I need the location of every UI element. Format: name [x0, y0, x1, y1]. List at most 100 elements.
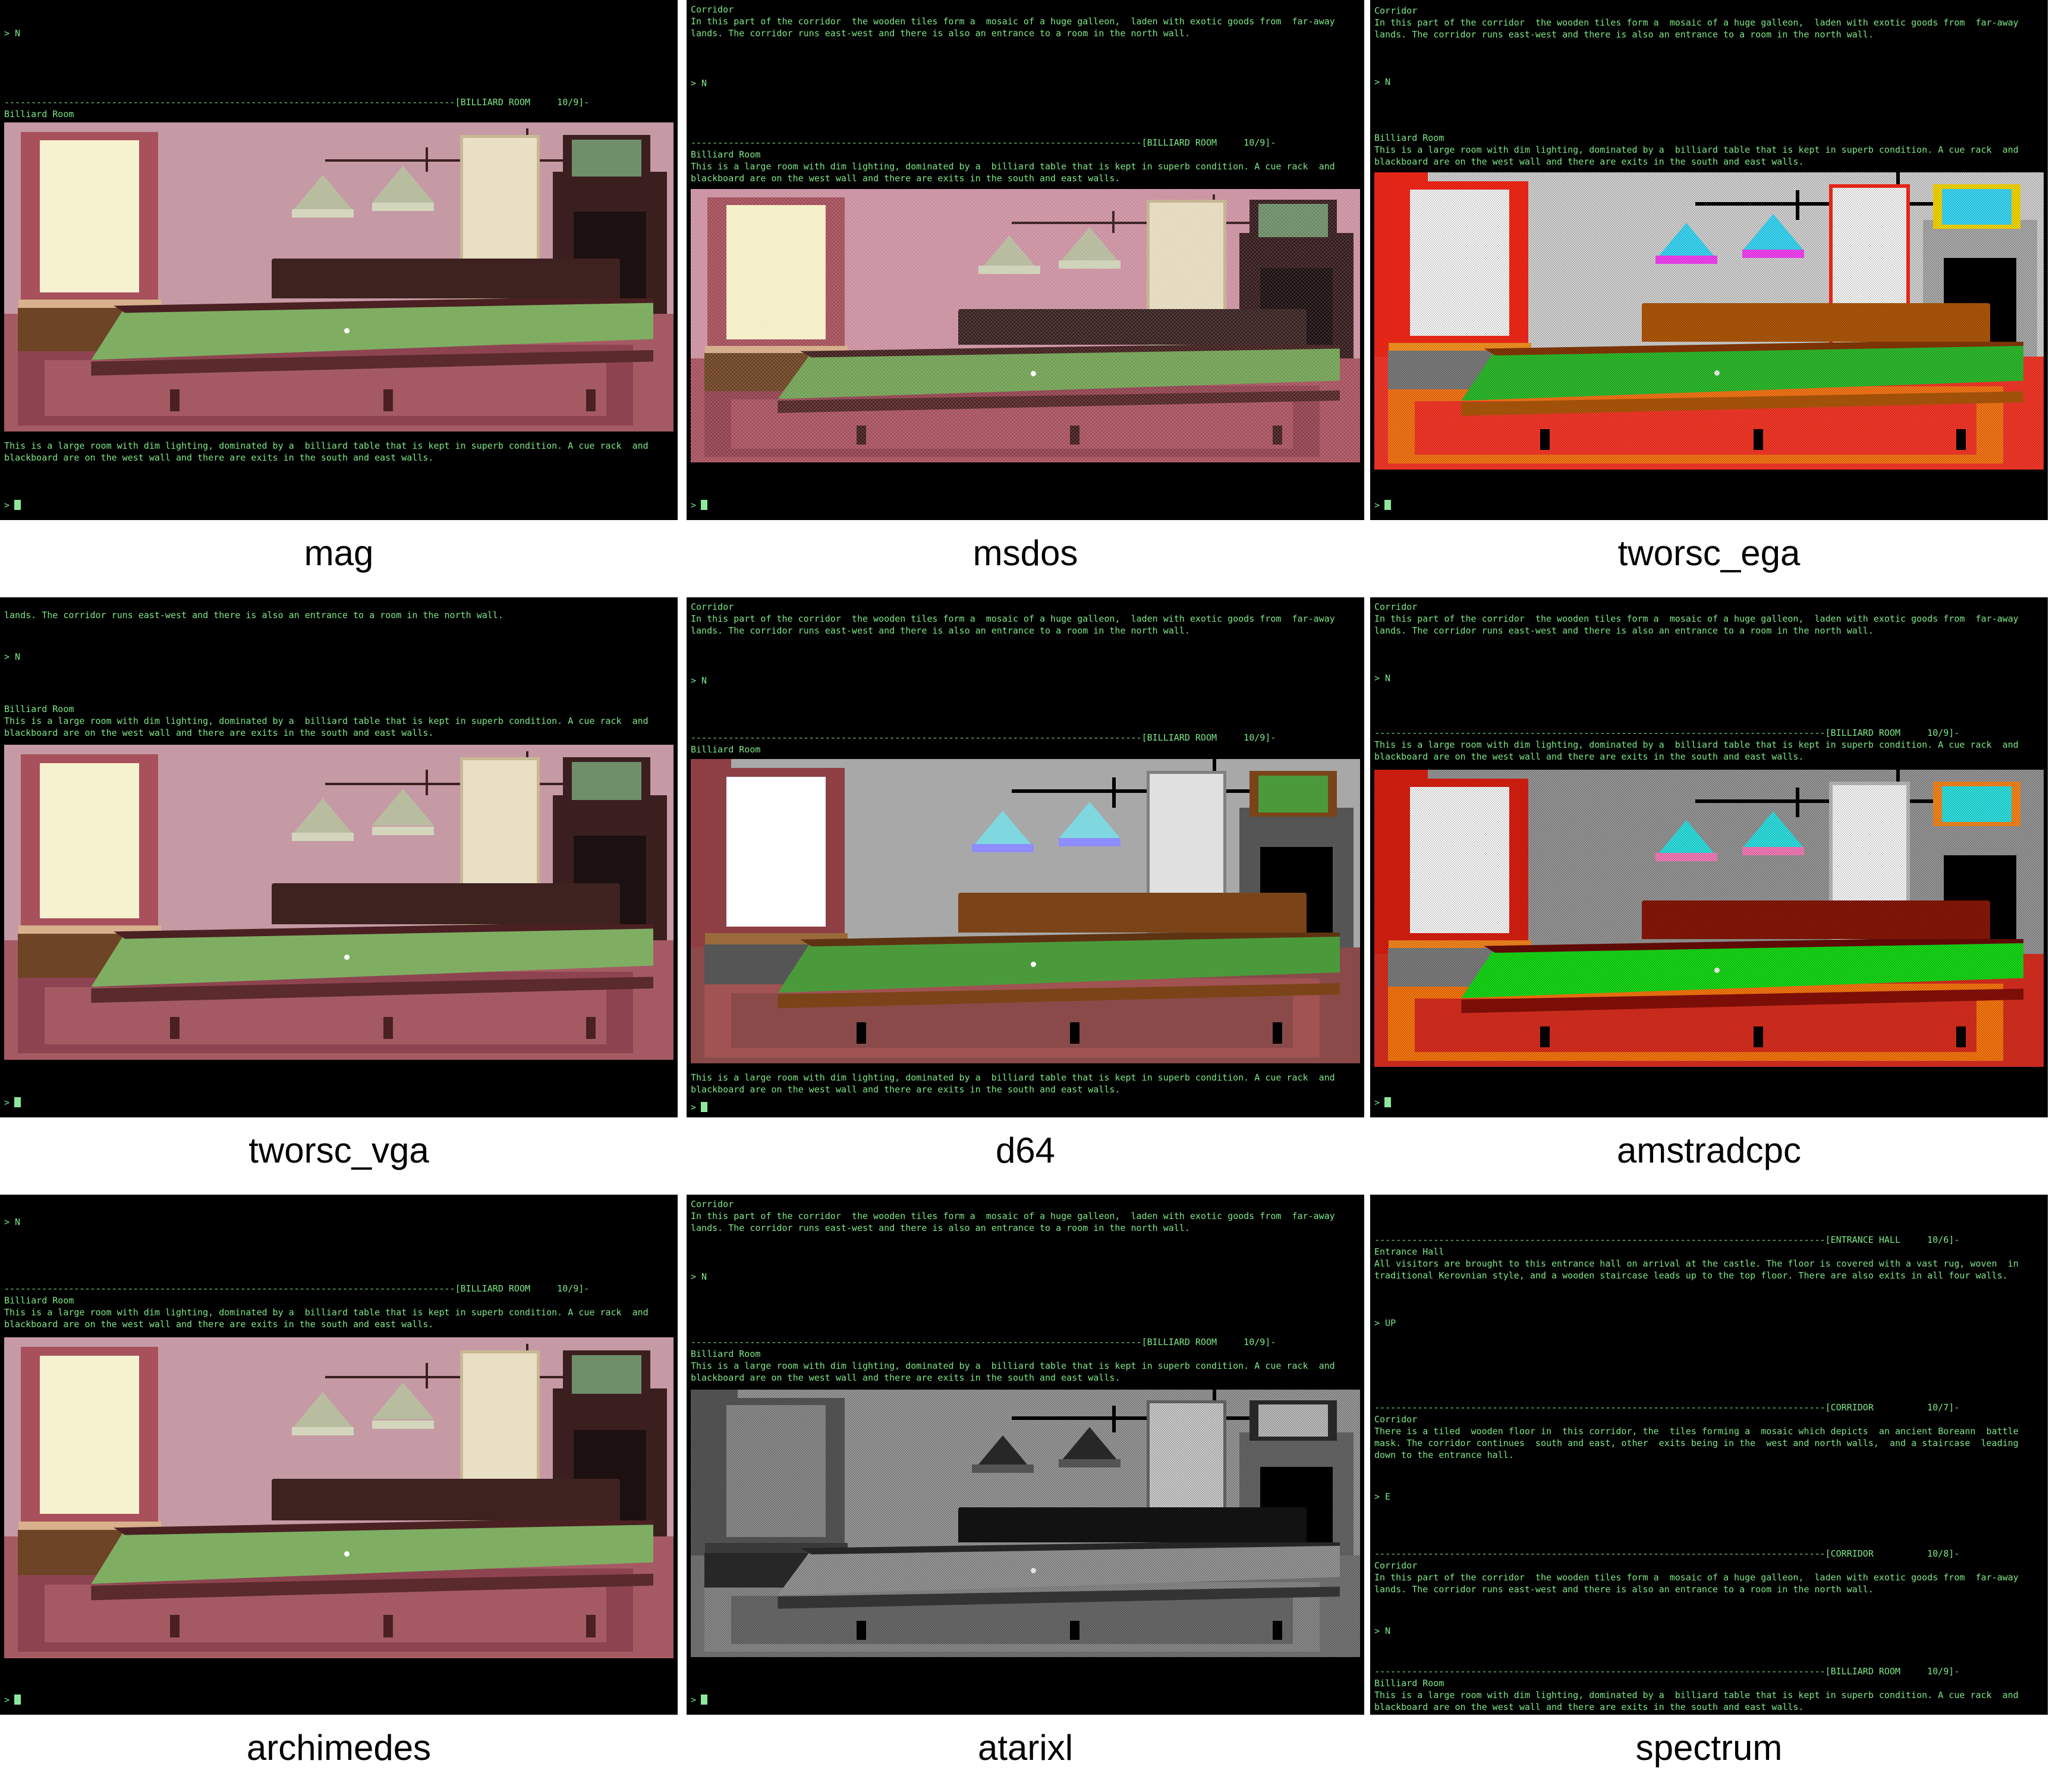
status-bar-billiard: ----------------------------------------… [1374, 1666, 1960, 1677]
panel-caption-archimedes: archimedes [246, 1728, 432, 1768]
room-description-line1: This is a large room with dim lighting, … [691, 161, 1335, 172]
terminal-msdos[interactable]: Corridor In this part of the corridor th… [687, 0, 1364, 520]
billiard-table [1461, 342, 2024, 451]
billiard-table [778, 345, 1340, 445]
room-description-line2: blackboard are on the west wall and ther… [1374, 751, 1804, 762]
room-description-line1: This is a large room with dim lighting, … [691, 1072, 1335, 1083]
billiard-title: Billiard Room [1374, 1678, 1444, 1689]
scene-illustration [691, 189, 1360, 462]
sofa-icon [958, 893, 1307, 933]
scene-illustration [1374, 770, 2044, 1067]
status-bar: ----------------------------------------… [691, 732, 1276, 743]
status-bar: ----------------------------------------… [691, 1337, 1276, 1347]
room-description-line2: blackboard are on the west wall and ther… [4, 727, 434, 738]
room-description-line2: blackboard are on the west wall and ther… [691, 1372, 1121, 1383]
lamp-icon [1742, 811, 1805, 848]
prompt-line-bottom: > [691, 1695, 697, 1705]
terminal-archimedes[interactable]: > N ------------------------------------… [0, 1195, 678, 1715]
corridor-title: Corridor [1374, 1560, 1418, 1571]
room-description-line2: blackboard are on the west wall and ther… [4, 1319, 434, 1330]
panel-caption-amstradcpc: amstradcpc [1616, 1130, 1802, 1170]
text-cursor [14, 500, 21, 510]
billiard-table [91, 924, 654, 1040]
panel-atarixl: Corridor In this part of the corridor th… [684, 1195, 1370, 1792]
panel-tworsc-vga: lands. The corridor runs east-west and t… [0, 597, 684, 1195]
billiard-table [778, 1542, 1340, 1640]
room-description-line2: blackboard are on the west wall and ther… [4, 452, 434, 463]
scene-illustration [691, 1390, 1360, 1657]
status-bar: ----------------------------------------… [4, 1283, 590, 1294]
panel-archimedes: > N ------------------------------------… [0, 1195, 684, 1792]
corridor-title: Corridor [691, 4, 734, 15]
wall-painting-icon [563, 134, 650, 181]
status-bar: ----------------------------------------… [4, 97, 590, 108]
wall-painting-icon [1249, 771, 1337, 817]
terminal-d64[interactable]: Corridor In this part of the corridor th… [687, 597, 1364, 1117]
prompt-line: > N [4, 1217, 21, 1227]
panel-caption-mag: mag [304, 533, 374, 573]
prompt-line: > N [691, 1271, 707, 1282]
terminal-tworsc-ega[interactable]: Corridor In this part of the corridor th… [1370, 0, 2048, 520]
terminal-spectrum[interactable]: ----------------------------------------… [1370, 1195, 2048, 1715]
status-bar-corridor-8: ----------------------------------------… [1374, 1548, 1960, 1559]
lamp-icon [1655, 820, 1717, 857]
terminal-tworsc-vga[interactable]: lands. The corridor runs east-west and t… [0, 597, 678, 1117]
window-icon [18, 1347, 161, 1534]
corridor-line1: In this part of the corridor the wooden … [691, 613, 1335, 624]
terminal-atarixl[interactable]: Corridor In this part of the corridor th… [687, 1195, 1364, 1715]
status-bar-entrance: ----------------------------------------… [1374, 1234, 1960, 1245]
room-description-line2: blackboard are on the west wall and ther… [691, 173, 1121, 184]
room-description-line1: This is a large room with dim lighting, … [4, 716, 649, 726]
corridor-line2: lands. The corridor runs east-west and t… [1374, 625, 1874, 636]
lamp-icon [1742, 214, 1805, 251]
entrance-title: Entrance Hall [1374, 1246, 1444, 1257]
prompt-line-bottom: > [4, 1097, 10, 1108]
text-cursor [701, 1695, 707, 1705]
terminal-amstradcpc[interactable]: Corridor In this part of the corridor th… [1370, 597, 2048, 1117]
sofa-icon [272, 258, 620, 299]
sofa-icon [1642, 900, 1990, 939]
room-title: Billiard Room [4, 704, 74, 714]
lamp-icon [1059, 1427, 1121, 1464]
sofa-icon [958, 309, 1307, 345]
sofa-icon [1642, 303, 1990, 342]
lamp-icon [372, 165, 435, 203]
prompt-line: > N [1374, 77, 1391, 87]
panel-caption-tworsc-ega: tworsc_ega [1617, 533, 1801, 573]
prompt-line-bottom: > [691, 500, 697, 511]
panel-spectrum: ----------------------------------------… [1370, 1195, 2049, 1792]
wall-painting-icon [563, 757, 650, 805]
lamp-icon [1059, 801, 1121, 839]
corridor-line1: In this part of the corridor the wooden … [1374, 17, 2019, 28]
corridor2-title: Corridor [1374, 1414, 1418, 1425]
scene-illustration [4, 1337, 673, 1658]
prompt-line-bottom: > [4, 1695, 10, 1705]
prompt-line: > N [691, 675, 707, 686]
sofa-icon [272, 1478, 620, 1520]
wall-painting-icon [1933, 782, 2020, 826]
window-icon [1388, 779, 1531, 952]
entrance-line2: traditional Kerovnian style, and a woode… [1374, 1270, 2008, 1281]
room-title: Billiard Room [691, 1349, 761, 1359]
prompt-line: > N [4, 651, 21, 662]
terminal-mag[interactable]: > N ------------------------------------… [0, 0, 678, 520]
panel-caption-d64: d64 [995, 1130, 1056, 1170]
billiard-line2: blackboard are on the west wall and ther… [1374, 1702, 1804, 1712]
scene-illustration [4, 745, 673, 1060]
room-description-line1: This is a large room with dim lighting, … [4, 440, 649, 451]
scene-illustration [1374, 172, 2044, 470]
prompt-line: > N [4, 28, 21, 39]
panel-msdos: Corridor In this part of the corridor th… [684, 0, 1370, 597]
prompt-line: > N [1374, 673, 1391, 684]
lamp-icon [292, 798, 354, 836]
billiard-table [91, 1520, 654, 1637]
status-bar: ----------------------------------------… [1374, 727, 1960, 738]
window-icon [704, 768, 848, 946]
panel-d64: Corridor In this part of the corridor th… [684, 597, 1370, 1195]
corridor2-line3: down to the entrance hall. [1374, 1450, 1514, 1460]
window-icon [704, 1397, 848, 1554]
prompt-line-bottom: > [1374, 500, 1380, 511]
lamp-icon [372, 1382, 435, 1419]
text-cursor [14, 1097, 21, 1107]
panel-amstradcpc: Corridor In this part of the corridor th… [1370, 597, 2049, 1195]
